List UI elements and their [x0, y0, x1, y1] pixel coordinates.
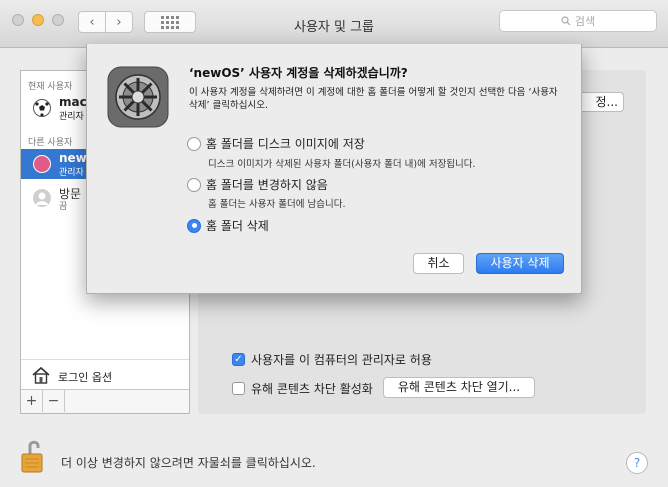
radio-button[interactable] [187, 177, 201, 192]
user-role: 끔 [59, 202, 68, 212]
parental-checkbox-label: 유해 콘텐츠 차단 활성화 [251, 382, 373, 396]
open-parental-controls-button[interactable]: 유해 콘텐츠 차단 열기... [383, 377, 535, 398]
soccer-ball-avatar [33, 99, 51, 117]
cancel-button[interactable]: 취소 [413, 253, 464, 274]
search-field[interactable]: 검색 [499, 10, 657, 32]
dialog-title: ‘newOS’ 사용자 계정을 삭제하겠습니까? [189, 66, 408, 80]
parental-checkbox[interactable] [232, 382, 245, 395]
title-bar: ‹ › 사용자 및 그룹 검색 [0, 0, 668, 48]
user-list-toolbar: + − [21, 389, 189, 413]
option-save-disk-image[interactable]: 홈 폴더를 디스크 이미지에 저장 [187, 135, 365, 152]
option-label: 홈 폴더를 변경하지 않음 [206, 178, 328, 192]
system-preferences-gear-icon [107, 66, 169, 128]
footer: 더 이상 변경하지 않으려면 자물쇠를 클릭하십시오. ? [0, 430, 668, 487]
search-icon [561, 16, 571, 26]
house-icon [32, 366, 50, 384]
option-sublabel: 홈 폴더는 사용자 폴더에 남습니다. [208, 199, 346, 210]
option-label: 홈 폴더를 디스크 이미지에 저장 [206, 137, 365, 151]
lock-message: 더 이상 변경하지 않으려면 자물쇠를 클릭하십시오. [61, 456, 316, 470]
parental-checkbox-row[interactable]: 유해 콘텐츠 차단 활성화 [232, 380, 373, 397]
user-name: mac [59, 95, 87, 109]
guest-user-avatar [33, 189, 51, 207]
radio-button-selected[interactable] [187, 218, 201, 233]
admin-checkbox-label: 사용자를 이 컴퓨터의 관리자로 허용 [251, 353, 432, 367]
admin-checkbox[interactable]: ✓ [232, 353, 245, 366]
dialog-description: 이 사용자 계정을 삭제하려면 이 계정에 대한 홈 폴더를 어떻게 할 것인지… [189, 87, 558, 111]
flower-avatar [33, 155, 51, 173]
option-keep-home-folder[interactable]: 홈 폴더를 변경하지 않음 [187, 176, 328, 193]
login-options-label: 로그인 옵션 [58, 371, 113, 384]
delete-user-dialog: ‘newOS’ 사용자 계정을 삭제하겠습니까? 이 사용자 계정을 삭제하려면… [86, 44, 582, 294]
delete-user-button[interactable]: 사용자 삭제 [476, 253, 564, 274]
option-label: 홈 폴더 삭제 [206, 219, 269, 233]
admin-checkbox-row[interactable]: ✓ 사용자를 이 컴퓨터의 관리자로 허용 [232, 351, 432, 368]
help-button[interactable]: ? [626, 452, 648, 474]
login-options-item[interactable]: 로그인 옵션 [21, 359, 189, 389]
radio-button[interactable] [187, 136, 201, 151]
search-placeholder: 검색 [574, 15, 596, 28]
other-users-header: 다른 사용자 [28, 138, 73, 148]
current-users-header: 현재 사용자 [28, 82, 73, 92]
user-role: 관리자 [59, 168, 84, 178]
user-role: 관리자 [59, 112, 84, 122]
padlock-open-icon[interactable] [20, 438, 46, 474]
option-sublabel: 디스크 이미지가 삭제된 사용자 폴더(사용자 폴더 내)에 저장됩니다. [208, 159, 476, 170]
user-name: new [59, 151, 87, 165]
add-user-button[interactable]: + [21, 390, 43, 412]
option-delete-home-folder[interactable]: 홈 폴더 삭제 [187, 217, 269, 234]
remove-user-button[interactable]: − [43, 390, 65, 412]
